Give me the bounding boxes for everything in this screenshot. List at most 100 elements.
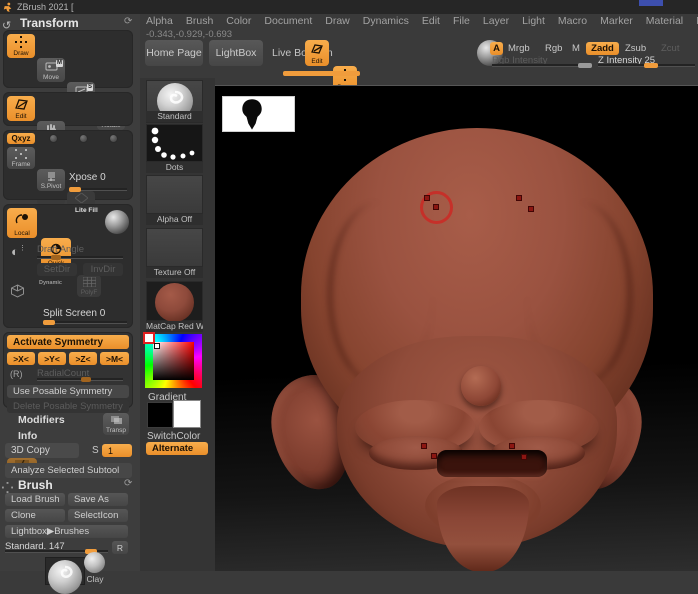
control-point[interactable] [509, 443, 515, 449]
rgb-intensity-slider[interactable]: Rgb Intensity [492, 55, 592, 68]
current-stroke-swatch[interactable] [146, 124, 203, 162]
sym-m-button[interactable]: >M< [100, 352, 129, 365]
rgb-toggle[interactable]: Rgb [545, 42, 562, 55]
brush-refresh-icon[interactable]: ⟳ [124, 478, 132, 489]
menu-item-dynamics[interactable]: Dynamics [363, 15, 409, 27]
xpose-slider[interactable]: Xpose 0 [69, 172, 127, 192]
lightbox-brushes-button[interactable]: Lightbox▶Brushes [5, 525, 128, 538]
sculpt-canvas[interactable] [215, 85, 698, 571]
menu-item-marker[interactable]: Marker [600, 15, 633, 27]
qx-button[interactable] [49, 134, 58, 143]
alternate-button[interactable]: Alternate [146, 442, 208, 455]
zsub-toggle[interactable]: Zsub [625, 42, 646, 55]
transp-button[interactable]: Transp [103, 413, 129, 435]
color-picker[interactable] [145, 334, 202, 388]
qxyz-button[interactable]: Qxyz [7, 133, 35, 144]
goatee [437, 486, 529, 571]
analyze-subtool-button[interactable]: Analyze Selected Subtool [5, 463, 132, 478]
menu-item-macro[interactable]: Macro [558, 15, 587, 27]
anchor-toggle[interactable]: A [490, 42, 503, 55]
transform-refresh-icon[interactable]: ⟳ [124, 16, 132, 27]
move-button[interactable]: M Move [37, 58, 65, 82]
activate-symmetry-button[interactable]: Activate Symmetry [7, 335, 129, 349]
draft-angle-handle[interactable] [51, 255, 61, 260]
control-point[interactable] [431, 453, 437, 459]
brush-r-button[interactable]: R [112, 541, 128, 554]
load-brush-button[interactable]: Load Brush [5, 493, 65, 506]
zadd-toggle[interactable]: Zadd [586, 42, 619, 55]
control-point[interactable] [528, 206, 534, 212]
s-value-field[interactable]: 1 [102, 444, 132, 457]
split-screen-slider[interactable]: Split Screen 0 [43, 308, 127, 325]
draft-angle-slider[interactable]: Draft Angle [37, 244, 123, 260]
menu-item-light[interactable]: Light [522, 15, 545, 27]
head-silhouette-icon [237, 98, 267, 132]
m-toggle[interactable]: M [572, 42, 580, 55]
polyf-button[interactable]: PolyF [77, 275, 101, 297]
menu-item-file[interactable]: File [453, 15, 470, 27]
ghost-cube-icon[interactable] [10, 284, 25, 303]
left-tray: ↺ Transform ⟳ Draw M Move S Scale R Rota… [0, 14, 140, 571]
copy-3d-button[interactable]: 3D Copy [5, 443, 79, 458]
main-color-swatch[interactable] [147, 402, 173, 428]
radial-count-slider[interactable]: RadialCount [37, 368, 123, 382]
clay-brush-thumbnail[interactable]: Clay [82, 552, 108, 585]
control-point[interactable] [521, 454, 527, 460]
sym-y-button[interactable]: >Y< [38, 352, 66, 365]
sym-z-button[interactable]: >Z< [69, 352, 97, 365]
qz-button[interactable] [109, 134, 118, 143]
control-point[interactable] [424, 195, 430, 201]
home-page-button[interactable]: Home Page [145, 40, 203, 66]
menu-item-brush[interactable]: Brush [186, 15, 213, 27]
xpose-handle[interactable] [69, 187, 81, 192]
switch-color-button[interactable]: SwitchColor [147, 431, 200, 442]
polyframe-grid-icon [77, 275, 101, 289]
clone-button[interactable]: Clone [5, 509, 65, 522]
radial-count-track [37, 378, 123, 381]
current-brush-thumbnail[interactable] [45, 557, 85, 585]
use-posable-symmetry-button[interactable]: Use Posable Symmetry [7, 385, 129, 398]
save-as-button[interactable]: Save As [68, 493, 128, 506]
edit-mode-button[interactable]: Edit [305, 40, 329, 66]
z-intensity-handle[interactable] [644, 63, 658, 68]
rgb-intensity-handle[interactable] [578, 63, 592, 68]
menu-item-edit[interactable]: Edit [422, 15, 440, 27]
control-point[interactable] [516, 195, 522, 201]
tool-preview-thumbnail[interactable] [222, 96, 295, 132]
gyro-icon [305, 40, 329, 58]
frame-dots-icon [7, 147, 35, 161]
current-material-swatch[interactable] [146, 281, 203, 321]
control-point[interactable] [433, 204, 439, 210]
lightbox-button[interactable]: LightBox [209, 40, 263, 66]
lite-sphere-button[interactable] [105, 210, 129, 234]
delete-posable-symmetry-button[interactable]: Delete Posable Symmetry [7, 400, 129, 413]
menu-item-document[interactable]: Document [264, 15, 312, 27]
qy-button[interactable] [79, 134, 88, 143]
menu-item-alpha[interactable]: Alpha [146, 15, 173, 27]
frame-button[interactable]: Frame [7, 147, 35, 169]
menu-item-layer[interactable]: Layer [483, 15, 509, 27]
select-icon-button[interactable]: SelectIcon [68, 509, 128, 522]
radial-count-handle[interactable] [81, 377, 91, 382]
setdir-button[interactable]: SetDir [37, 263, 77, 276]
secondary-color-swatch[interactable] [173, 400, 201, 428]
menu-item-draw[interactable]: Draw [325, 15, 350, 27]
transform-group-pointer: Draw M Move S Scale R Rotate [3, 30, 133, 88]
current-alpha-swatch[interactable] [146, 175, 203, 214]
local-button[interactable]: Local [7, 208, 37, 238]
menu-item-material[interactable]: Material [646, 15, 683, 27]
mrgb-toggle[interactable]: Mrgb [508, 42, 530, 55]
sym-x-button[interactable]: >X< [7, 352, 35, 365]
gyro-icon [7, 96, 35, 113]
menu-item-color[interactable]: Color [226, 15, 251, 27]
control-point[interactable] [421, 443, 427, 449]
draw-pointer-button[interactable]: Draw [7, 34, 35, 58]
invdir-button[interactable]: InvDir [83, 263, 123, 276]
contrast-icon[interactable]: ◐⋮ [11, 244, 26, 259]
spivot-button[interactable]: S.Pivot [37, 169, 65, 191]
zcut-toggle[interactable]: Zcut [661, 42, 679, 55]
edit-object-button[interactable]: Edit [7, 96, 35, 121]
z-intensity-slider[interactable]: Z Intensity 25 [598, 55, 695, 68]
split-screen-handle[interactable] [43, 320, 55, 325]
current-texture-swatch[interactable] [146, 228, 203, 267]
